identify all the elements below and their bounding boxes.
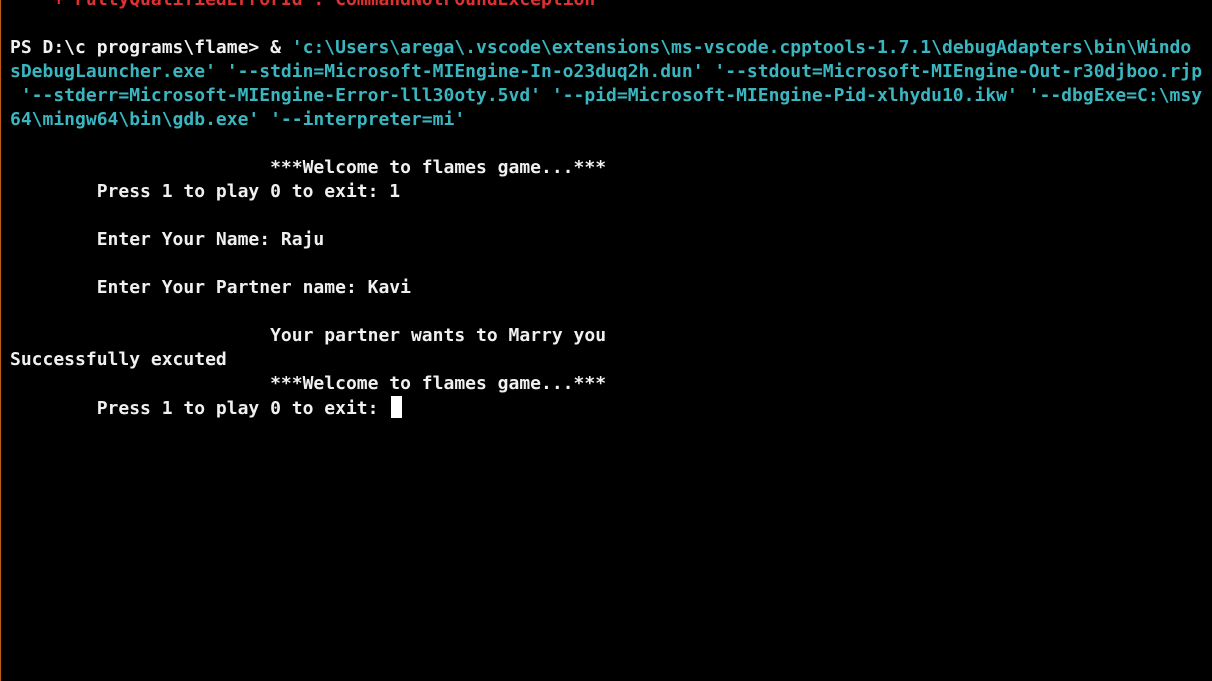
output-line: Your partner wants to Marry you <box>10 325 607 346</box>
text-cursor <box>391 396 403 418</box>
command-line-4: 64\mingw64\bin\gdb.exe' '--interpreter=m… <box>10 109 466 130</box>
command-text-1: 'c:\Users\arega\.vscode\extensions\ms-vs… <box>291 37 1192 58</box>
terminal-window[interactable]: + FullyQualifiedErrorId : CommandNotFoun… <box>0 0 1212 681</box>
command-line-1: PS D:\c programs\flame> & 'c:\Users\areg… <box>10 36 1191 60</box>
input-prompt-text: Press 1 to play 0 to exit: <box>10 398 390 419</box>
output-line: ***Welcome to flames game...*** <box>10 157 607 178</box>
error-line: + FullyQualifiedErrorId : CommandNotFoun… <box>10 0 595 12</box>
output-line: Press 1 to play 0 to exit: 1 <box>10 181 401 202</box>
command-line-2: sDebugLauncher.exe' '--stdin=Microsoft-M… <box>10 61 1203 82</box>
prompt: PS D:\c programs\flame> <box>10 37 260 58</box>
command-line-3: '--stderr=Microsoft-MIEngine-Error-lll30… <box>10 85 1203 106</box>
command-operator: & <box>259 37 292 58</box>
input-prompt-line[interactable]: Press 1 to play 0 to exit: <box>10 396 403 420</box>
output-line: ***Welcome to flames game...*** <box>10 373 607 394</box>
output-line: Enter Your Name: Raju <box>10 229 325 250</box>
output-line: Successfully excuted <box>10 349 227 370</box>
output-line: Enter Your Partner name: Kavi <box>10 277 411 298</box>
